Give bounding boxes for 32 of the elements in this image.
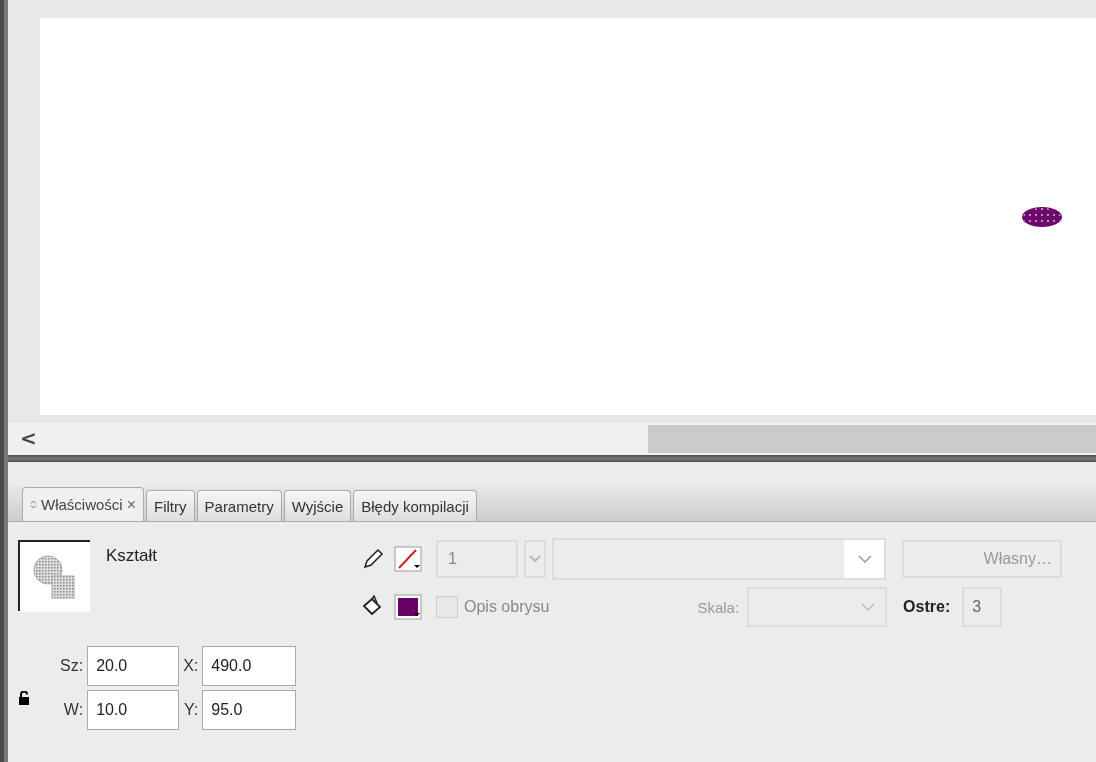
dimension-label: Y: — [183, 701, 199, 719]
shape-object-icon — [18, 540, 90, 612]
unlocked-padlock-icon[interactable] — [18, 691, 30, 705]
scale-dropdown[interactable] — [747, 587, 888, 627]
dimension-input[interactable]: 20.0 — [87, 646, 180, 686]
fill-color-swatch[interactable] — [394, 594, 422, 620]
panel-tab[interactable]: Właściwości × — [22, 487, 145, 521]
chevron-down-icon — [858, 555, 872, 563]
dotted-ellipse-shape[interactable] — [1021, 206, 1063, 228]
dimension-input[interactable]: 490.0 — [202, 646, 297, 686]
sort-arrows-icon — [30, 500, 37, 509]
panel-tab[interactable]: Filtry — [146, 490, 195, 521]
miter-input[interactable]: 3 — [962, 587, 1003, 627]
stroke-color-swatch[interactable] — [394, 546, 422, 572]
chevron-down-icon — [529, 555, 541, 563]
stroke-width-dropdown[interactable] — [524, 540, 546, 578]
close-tab-button[interactable]: × — [126, 495, 137, 514]
scrollbar-thumb[interactable] — [648, 425, 1096, 453]
object-type-label: Kształt — [106, 546, 158, 567]
panel-splitter[interactable] — [8, 455, 1096, 462]
dimension-label: W: — [62, 701, 84, 719]
dimension-input[interactable]: 95.0 — [202, 690, 297, 730]
dimension-label: Sz: — [60, 657, 84, 675]
miter-label: Ostre: — [903, 598, 951, 616]
dimension-input[interactable]: 10.0 — [87, 690, 180, 730]
panel-tab[interactable]: Parametry — [196, 490, 282, 521]
chevron-down-icon — [861, 603, 876, 611]
scale-label: Skala: — [697, 598, 740, 616]
panel-tab[interactable]: Błędy kompilacji — [353, 490, 477, 521]
dimension-label: X: — [183, 657, 199, 675]
panel-tab[interactable]: Wyjście — [283, 490, 352, 521]
stroke-style-dropdown[interactable] — [552, 538, 886, 580]
